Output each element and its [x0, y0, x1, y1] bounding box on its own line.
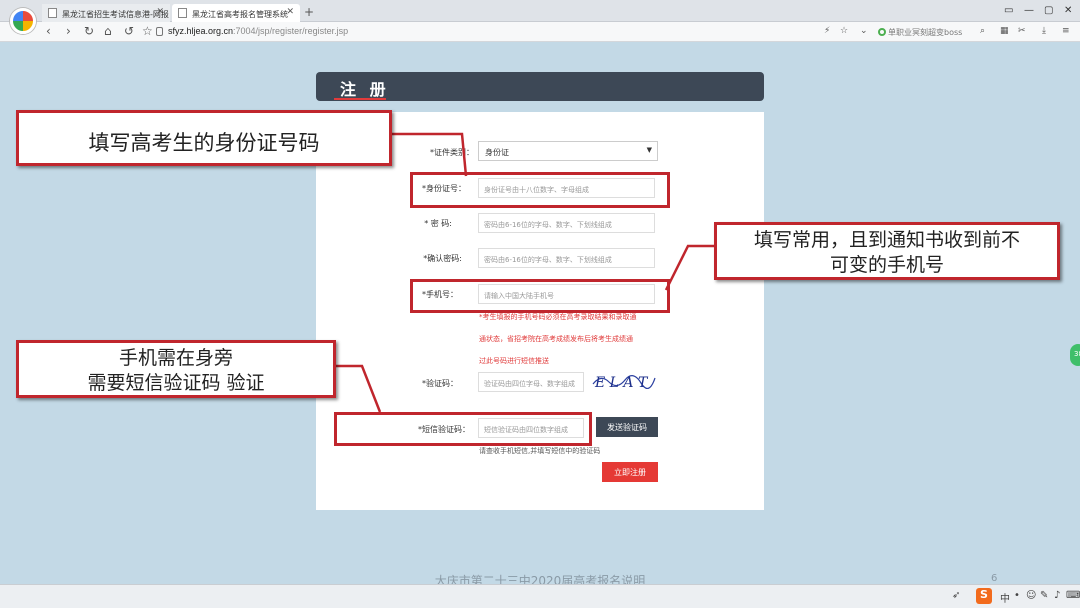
- pin-icon[interactable]: ▭: [1004, 5, 1013, 16]
- download-icon[interactable]: ⤓: [1042, 26, 1046, 36]
- extension-icon[interactable]: [878, 28, 886, 36]
- rocket-icon[interactable]: ➶: [952, 590, 960, 601]
- captcha-image[interactable]: E L A T: [591, 370, 657, 392]
- maximize-icon[interactable]: ▢: [1044, 5, 1053, 16]
- lock-icon: [156, 27, 163, 36]
- sms-code-highlight: [334, 412, 592, 446]
- callout-sms: 手机需在身旁 需要短信验证码 验证: [16, 340, 336, 398]
- close-window-icon[interactable]: ✕: [1064, 5, 1072, 16]
- url-path: :7004/jsp/register/register.jsp: [233, 26, 349, 36]
- id-type-select[interactable]: 身份证 ▼: [478, 141, 658, 161]
- id-type-label: *证件类别：: [430, 148, 474, 157]
- mic-icon[interactable]: ♪: [1054, 590, 1060, 601]
- address-bar: ‹ › ↻ ⌂ ↺ ☆ sfyz.hljea.org.cn:7004/jsp/r…: [0, 22, 1080, 42]
- extension-text[interactable]: 单职业冥刻超变boss: [888, 27, 962, 38]
- taskbar: ➶ S 中 • ☺ ✎ ♪ ⌨: [0, 584, 1080, 608]
- bookmark-star-icon[interactable]: ☆: [840, 26, 848, 36]
- page-title: 注 册: [340, 80, 390, 99]
- star-icon[interactable]: ☆: [142, 24, 153, 38]
- ime-mode[interactable]: 中: [1000, 590, 1010, 605]
- phone-hint-line: *考生填报的手机号码必须在高考录取结果和录取通: [479, 313, 637, 321]
- new-tab-icon[interactable]: +: [304, 5, 314, 19]
- captcha-label: *验证码：: [422, 379, 458, 388]
- tab-label: 黑龙江省招生考试信息港-网报: [62, 10, 169, 19]
- menu-icon[interactable]: ≡: [1062, 26, 1070, 36]
- lightning-icon[interactable]: ⚡: [824, 26, 830, 36]
- register-submit-button[interactable]: 立即注册: [602, 462, 658, 482]
- captcha-input[interactable]: 验证码由四位字母、数字组成: [478, 372, 584, 392]
- chevron-down-icon[interactable]: ⌄: [860, 26, 868, 36]
- sogou-ime-icon[interactable]: S: [976, 588, 992, 604]
- browser-logo-icon[interactable]: [10, 8, 36, 34]
- tab-registration-system[interactable]: 黑龙江省高考报名管理系统 ✕: [172, 4, 300, 22]
- captcha-text: E L A T: [594, 375, 649, 391]
- page-icon: [48, 8, 57, 18]
- minimize-icon[interactable]: —: [1024, 5, 1034, 16]
- callout-id-number: 填写高考生的身份证号码: [16, 110, 392, 166]
- side-float-tab[interactable]: 38: [1070, 344, 1080, 366]
- punctuation-icon[interactable]: •: [1014, 590, 1020, 601]
- reload-icon[interactable]: ↻: [84, 24, 94, 38]
- confirm-password-input[interactable]: 密码由6-16位的字母、数字、下划线组成: [478, 248, 655, 268]
- phone-hint-line: 过此号码进行短信推送: [479, 357, 549, 365]
- callout-text: 手机需在身旁: [118, 347, 233, 369]
- keyboard-icon[interactable]: ⌨: [1066, 590, 1080, 601]
- back-icon[interactable]: ‹: [46, 24, 51, 38]
- close-icon[interactable]: ✕: [286, 7, 294, 17]
- chevron-down-icon: ▼: [646, 146, 652, 154]
- url-host: sfyz.hljea.org.cn: [168, 26, 234, 36]
- callout-text: 需要短信验证码 验证: [87, 372, 265, 394]
- phone-hint-line: 通状态，省招考院在高考成绩发布后将考生成绩通: [479, 335, 633, 343]
- home-icon[interactable]: ⌂: [104, 24, 112, 38]
- password-input[interactable]: 密码由6-16位的字母、数字、下划线组成: [478, 213, 655, 233]
- phone-highlight: [410, 279, 670, 313]
- callout-phone: 填写常用，且到通知书收到前不 可变的手机号: [714, 222, 1060, 280]
- register-header: 注 册: [316, 72, 764, 101]
- callout-text: 可变的手机号: [829, 254, 944, 276]
- undo-icon[interactable]: ↺: [124, 24, 134, 38]
- apps-grid-icon[interactable]: ▦: [1000, 26, 1009, 36]
- callout-text: 填写高考生的身份证号码: [88, 131, 320, 155]
- id-type-value: 身份证: [485, 148, 509, 157]
- url-input[interactable]: sfyz.hljea.org.cn:7004/jsp/register/regi…: [168, 26, 348, 36]
- page-icon: [178, 8, 187, 18]
- pen-icon[interactable]: ✎: [1040, 590, 1048, 601]
- tab-exam-info[interactable]: 黑龙江省招生考试信息港-网报 ✕: [42, 4, 170, 22]
- password-label: * 密 码:: [424, 219, 452, 228]
- confirm-password-label: *确认密码:: [423, 254, 462, 263]
- slide-page-number: 6: [991, 573, 998, 584]
- sms-hint: 请查收手机短信,并填写短信中的验证码: [479, 447, 601, 455]
- scissors-icon[interactable]: ✂: [1018, 26, 1026, 36]
- title-underline: [334, 98, 386, 100]
- tab-label: 黑龙江省高考报名管理系统: [192, 10, 288, 19]
- search-icon[interactable]: ⌕: [980, 26, 985, 36]
- send-code-button[interactable]: 发送验证码: [596, 417, 658, 437]
- tab-bar: 黑龙江省招生考试信息港-网报 ✕ 黑龙江省高考报名管理系统 ✕ + ▭ — ▢ …: [0, 0, 1080, 22]
- callout-text: 填写常用，且到通知书收到前不: [753, 229, 1020, 251]
- id-number-highlight: [410, 172, 670, 208]
- forward-icon[interactable]: ›: [66, 24, 71, 38]
- close-icon[interactable]: ✕: [156, 7, 164, 17]
- emoji-icon[interactable]: ☺: [1026, 590, 1036, 601]
